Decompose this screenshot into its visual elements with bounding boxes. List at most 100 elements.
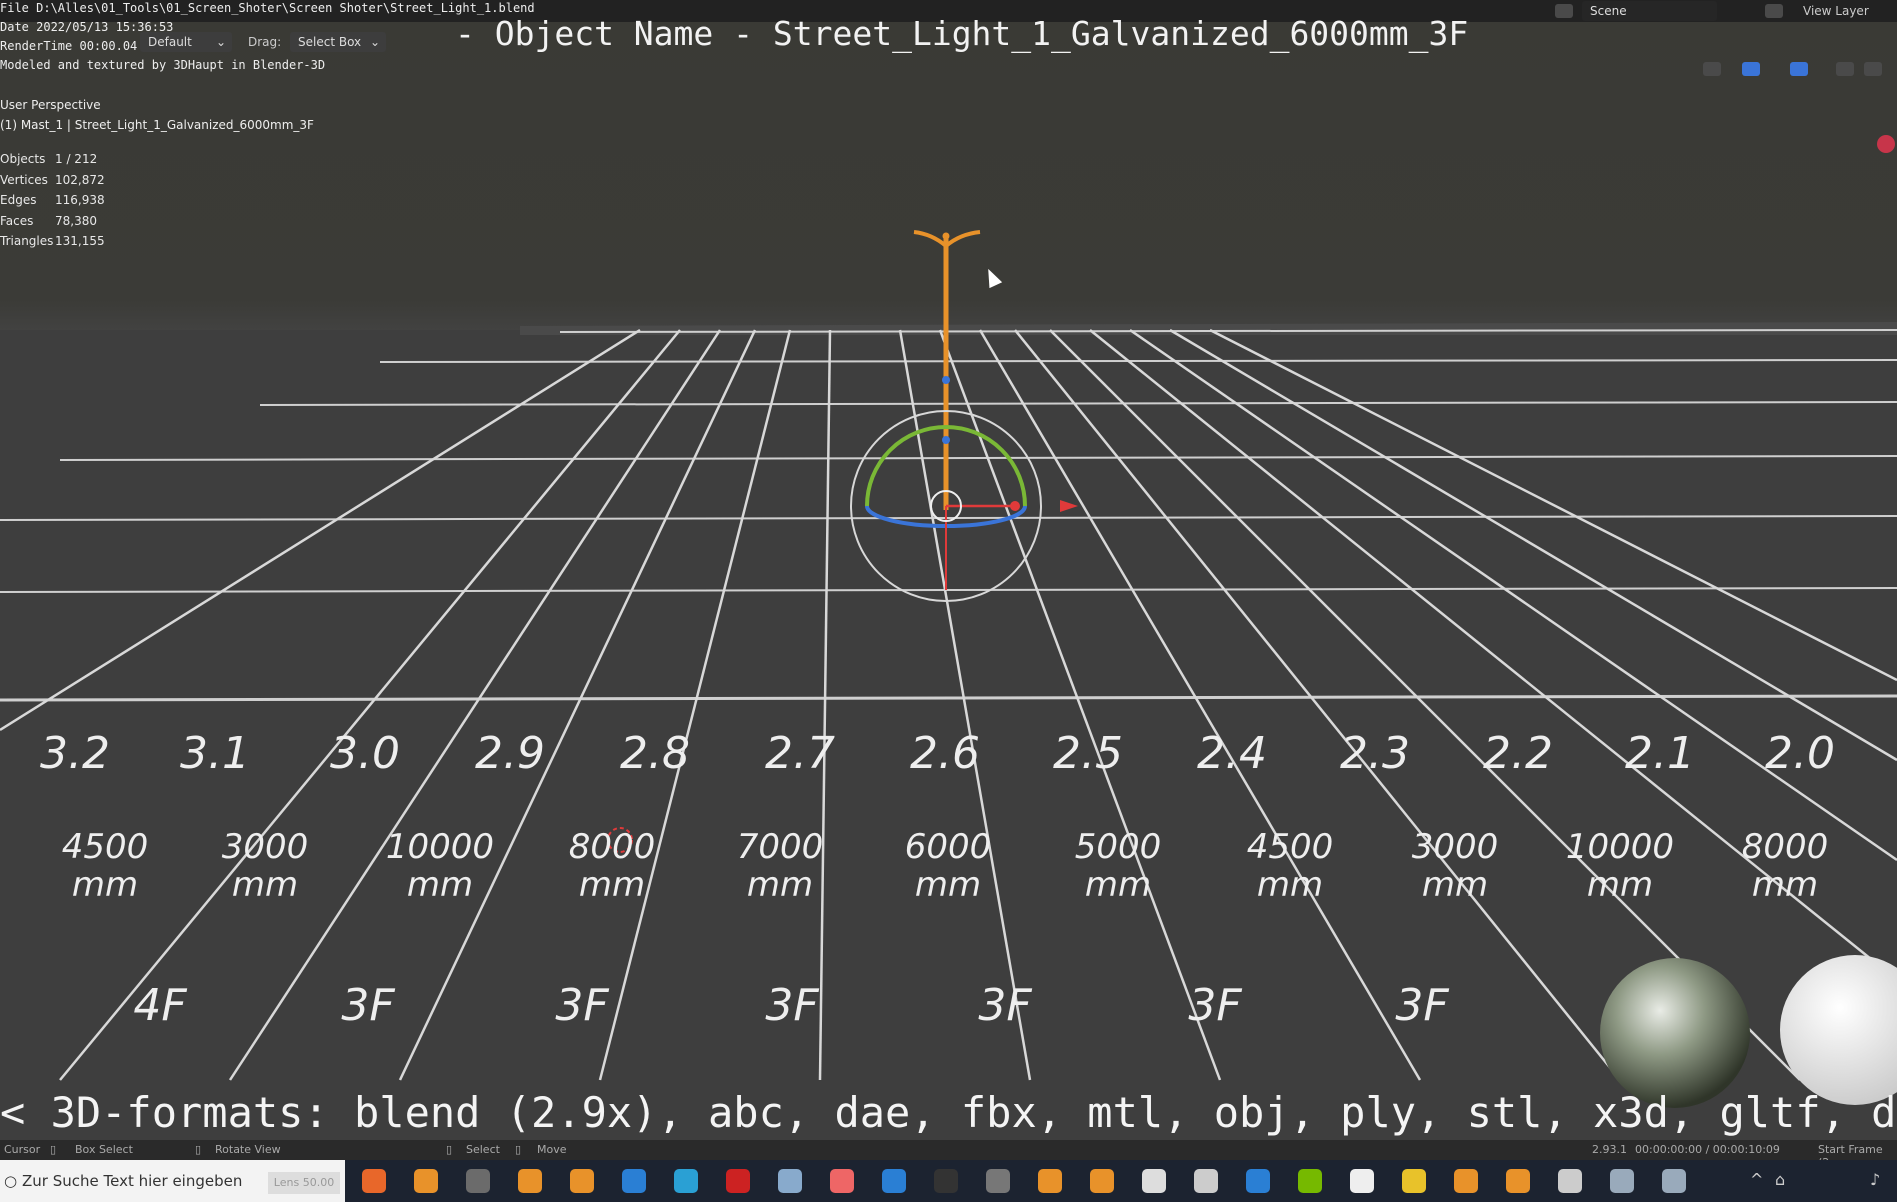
drag-mode-dropdown[interactable]: Select Box ⌄: [290, 32, 386, 52]
ground-height-label: 3000 mm: [1385, 828, 1525, 904]
tray-chevron-icon[interactable]: ^: [1750, 1170, 1763, 1189]
view-layer-label: View Layer: [1803, 4, 1869, 18]
height-unit: mm: [1256, 865, 1324, 905]
ground-number-label: 2.5: [1053, 728, 1123, 779]
height-unit: mm: [71, 865, 139, 905]
status-move: Move: [537, 1143, 567, 1156]
calendar-icon[interactable]: [1246, 1169, 1270, 1193]
collection-label: (1) Mast_1 | Street_Light_1_Galvanized_6…: [0, 118, 314, 132]
mouse-left-icon: ▯: [50, 1143, 57, 1156]
scene-selector[interactable]: Scene: [1582, 1, 1717, 21]
ground-floor-label: 4F: [133, 980, 187, 1031]
formats-banner: < 3D-formats: blend (2.9x), abc, dae, fb…: [0, 1088, 1897, 1137]
timecode-label: 00:00:00:00 / 00:00:10:09: [1635, 1143, 1780, 1156]
settings-icon[interactable]: [1558, 1169, 1582, 1193]
stat-value: 1 / 212: [55, 152, 98, 166]
gizmo-toggle-icon[interactable]: [1742, 62, 1760, 76]
panda-icon[interactable]: [1142, 1169, 1166, 1193]
drag-label: Drag:: [248, 35, 282, 49]
object-name-title: - Object Name - Street_Light_1_Galvanize…: [455, 14, 1469, 53]
ground-number-label: 2.7: [765, 728, 835, 779]
app-icon[interactable]: [1350, 1169, 1374, 1193]
ground-height-label: 4500 mm: [1220, 828, 1360, 904]
edge-icon[interactable]: [674, 1169, 698, 1193]
blender-icon[interactable]: [518, 1169, 542, 1193]
ground-height-label: 10000 mm: [1550, 828, 1690, 904]
app-icon[interactable]: [778, 1169, 802, 1193]
ground-number-label: 2.0: [1765, 728, 1835, 779]
blender-icon[interactable]: [1090, 1169, 1114, 1193]
tray-network-icon[interactable]: ⌂: [1775, 1170, 1785, 1189]
status-cursor: Cursor: [4, 1143, 41, 1156]
height-unit: mm: [914, 865, 982, 905]
search-placeholder: Zur Suche Text hier eingeben: [22, 1172, 243, 1190]
orientation-value: Default: [148, 35, 192, 49]
chrome-icon[interactable]: [466, 1169, 490, 1193]
status-rotate-view: Rotate View: [215, 1143, 281, 1156]
height-unit: mm: [1586, 865, 1654, 905]
height-value: 3000: [1411, 827, 1499, 867]
stat-value: 131,155: [55, 234, 105, 248]
height-value: 10000: [385, 827, 495, 867]
file-path: File D:\Alles\01_Tools\01_Screen_Shoter\…: [0, 1, 535, 15]
overlay-toggle-icon[interactable]: [1790, 62, 1808, 76]
taskbar-search-box[interactable]: ○ Zur Suche Text hier eingeben Lens 50.0…: [0, 1160, 345, 1202]
blender-icon[interactable]: [1454, 1169, 1478, 1193]
ground-floor-label: 3F: [341, 980, 395, 1031]
height-unit: mm: [1751, 865, 1819, 905]
firefox-icon[interactable]: [362, 1169, 386, 1193]
folder-icon[interactable]: [1402, 1169, 1426, 1193]
blender-icon[interactable]: [1506, 1169, 1530, 1193]
app-icon[interactable]: [986, 1169, 1010, 1193]
shading-wireframe-icon[interactable]: [1864, 62, 1882, 76]
height-unit: mm: [746, 865, 814, 905]
search-icon: ○: [4, 1172, 18, 1190]
app-icon[interactable]: [726, 1169, 750, 1193]
windows-taskbar: ○ Zur Suche Text hier eingeben Lens 50.0…: [0, 1160, 1897, 1202]
cube-icon[interactable]: [1194, 1169, 1218, 1193]
version-label: 2.93.1: [1592, 1143, 1627, 1156]
app-icon[interactable]: [1610, 1169, 1634, 1193]
ground-number-label: 3.2: [40, 728, 110, 779]
mouse-right-icon: ▯: [515, 1143, 522, 1156]
stat-value: 116,938: [55, 193, 105, 207]
orientation-dropdown[interactable]: Default ⌄: [140, 32, 232, 52]
stat-label: Objects: [0, 152, 46, 166]
blender-icon[interactable]: [570, 1169, 594, 1193]
ground-floor-label: 3F: [978, 980, 1032, 1031]
app-icon[interactable]: [830, 1169, 854, 1193]
height-unit: mm: [231, 865, 299, 905]
status-box-select: Box Select: [75, 1143, 133, 1156]
blender-icon[interactable]: [414, 1169, 438, 1193]
stat-value: 78,380: [55, 213, 97, 228]
height-value: 4500: [61, 827, 149, 867]
mouse-left-icon: ▯: [446, 1143, 453, 1156]
scene-statistics: Objects 1 / 212 Vertices 102,872 Edges 116,…: [0, 152, 105, 255]
blender-icon[interactable]: [1038, 1169, 1062, 1193]
stat-row: Vertices 102,872: [0, 173, 105, 194]
height-value: 3000: [221, 827, 309, 867]
xray-icon[interactable]: [1836, 62, 1854, 76]
chevron-down-icon: ⌄: [369, 35, 380, 49]
drag-mode-value: Select Box: [298, 35, 362, 49]
terminal-icon[interactable]: [934, 1169, 958, 1193]
view-layer-icon[interactable]: [1765, 4, 1783, 18]
modeled-credit: Modeled and textured by 3DHaupt in Blend…: [0, 58, 326, 72]
visibility-icon[interactable]: [1703, 62, 1721, 76]
perspective-label: User Perspective: [0, 98, 101, 112]
height-unit: mm: [1084, 865, 1152, 905]
app-icon[interactable]: [882, 1169, 906, 1193]
app-icon[interactable]: [1662, 1169, 1686, 1193]
stat-label: Vertices: [0, 172, 48, 187]
ground-height-label: 8000 mm: [1715, 828, 1855, 904]
scene-icon[interactable]: [1555, 4, 1573, 18]
3d-viewport[interactable]: 3.2 3.1 3.0 2.9 2.8 2.7 2.6 2.5 2.4 2.3 2.2 2.1 2.0 4…: [0, 0, 1897, 1140]
height-value: 7000: [736, 827, 824, 867]
tray-volume-icon[interactable]: ♪: [1870, 1170, 1880, 1189]
nvidia-icon[interactable]: [1298, 1169, 1322, 1193]
mail-icon[interactable]: [622, 1169, 646, 1193]
status-select: Select: [466, 1143, 500, 1156]
render-time: RenderTime 00:00.04: [0, 39, 138, 53]
scene-value: Scene: [1590, 4, 1627, 18]
height-value: 4500: [1246, 827, 1334, 867]
